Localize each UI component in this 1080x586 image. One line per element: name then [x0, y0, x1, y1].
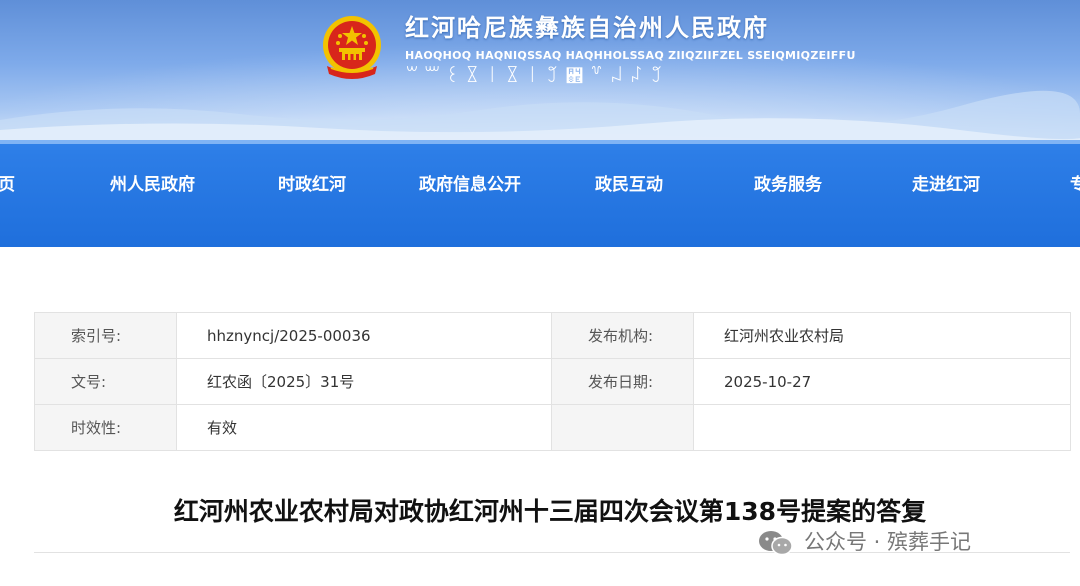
site-subtitle-yi-script: ꒳꒶꒰꒾꒐꒾꒐꒸꒎꒷꒖꒗꒸ — [405, 66, 670, 87]
watermark-text: 公众号 · 殡葬手记 — [804, 530, 972, 554]
nav-item-home[interactable]: 页 — [0, 170, 15, 195]
publish-date-label: 发布日期: — [551, 358, 694, 405]
site-title-block: 红河哈尼族彝族自治州人民政府 HAOQHOQ HAQNIQSSAQ HAQHHO… — [405, 8, 856, 87]
validity-label: 时效性: — [34, 404, 177, 451]
publisher-label: 发布机构: — [551, 312, 694, 359]
banner-landscape — [0, 90, 1080, 140]
doc-number-label: 文号: — [34, 358, 177, 405]
national-emblem-icon — [323, 16, 381, 79]
nav-item-info-disclosure[interactable]: 政府信息公开 — [419, 170, 521, 195]
table-row: 时效性: 有效 — [34, 404, 1071, 451]
main-nav: 页 州人民政府 时政红河 政府信息公开 政民互动 政务服务 走进红河 专 — [0, 140, 1080, 247]
nav-item-government[interactable]: 州人民政府 — [110, 170, 195, 195]
nav-item-services[interactable]: 政务服务 — [754, 170, 822, 195]
table-row: 索引号: hhznyncj/2025-00036 发布机构: 红河州农业农村局 — [34, 312, 1071, 359]
empty-cell — [551, 404, 694, 451]
table-row: 文号: 红农函〔2025〕31号 发布日期: 2025-10-27 — [34, 358, 1071, 405]
nav-item-special[interactable]: 专 — [1070, 170, 1080, 195]
publish-date-value: 2025-10-27 — [693, 358, 1071, 405]
index-value: hhznyncj/2025-00036 — [176, 312, 552, 359]
nav-item-about[interactable]: 走进红河 — [912, 170, 980, 195]
doc-number-value: 红农函〔2025〕31号 — [176, 358, 552, 405]
validity-value: 有效 — [176, 404, 552, 451]
empty-cell — [693, 404, 1071, 451]
watermark: 公众号 · 殡葬手记 — [758, 526, 971, 557]
article-title: 红河州农业农村局对政协红河州十三届四次会议第138号提案的答复 — [173, 497, 927, 526]
document-metadata-table: 索引号: hhznyncj/2025-00036 发布机构: 红河州农业农村局 … — [34, 312, 1071, 451]
wechat-icon — [759, 531, 793, 556]
header-banner: 红河哈尼族彝族自治州人民政府 HAOQHOQ HAQNIQSSAQ HAQHHO… — [0, 0, 1080, 140]
publisher-value: 红河州农业农村局 — [693, 312, 1071, 359]
nav-item-interaction[interactable]: 政民互动 — [595, 170, 663, 195]
index-label: 索引号: — [34, 312, 177, 359]
site-subtitle-romanized: HAOQHOQ HAQNIQSSAQ HAQHHOLSSAQ ZIIQZIIFZ… — [405, 49, 856, 62]
site-title[interactable]: 红河哈尼族彝族自治州人民政府 — [405, 8, 856, 43]
nav-item-news[interactable]: 时政红河 — [278, 170, 346, 195]
